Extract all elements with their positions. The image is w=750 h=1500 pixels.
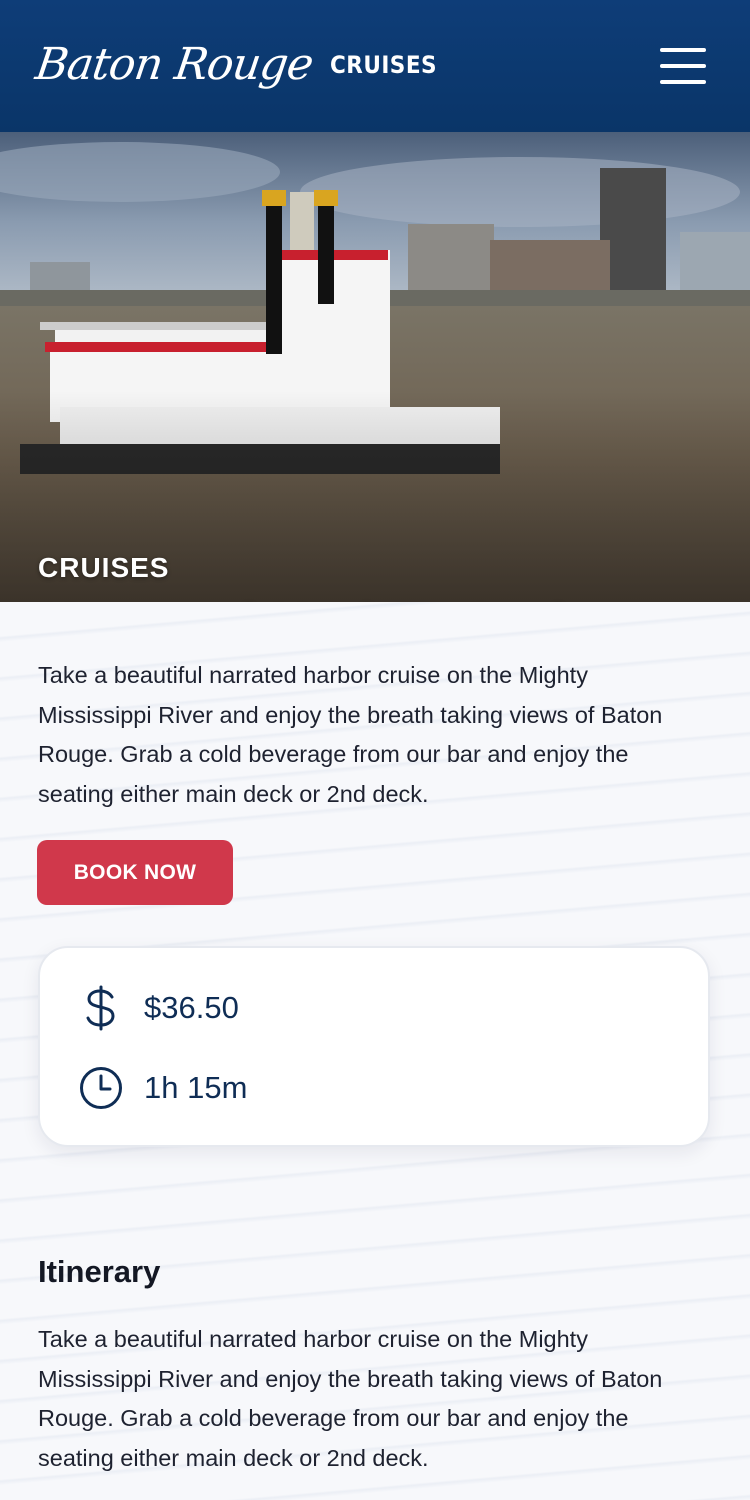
itinerary-heading: Itinerary [38,1254,161,1289]
dollar-icon [78,985,124,1031]
hamburger-menu-icon[interactable] [660,48,706,84]
itinerary-description: Take a beautiful narrated harbor cruise … [38,1326,663,1471]
hero-image [0,132,750,602]
duration-value: 1h 15m [144,1070,248,1105]
main-content: Take a beautiful narrated harbor cruise … [0,602,750,1500]
duration-row: 1h 15m [78,1064,247,1112]
site-header: Baton Rouge CRUISES [0,0,750,132]
price-value: $36.50 [144,990,239,1025]
cruise-description: Take a beautiful narrated harbor cruise … [38,662,663,807]
clock-icon [78,1065,124,1111]
brand-logo[interactable]: Baton Rouge CRUISES [32,34,443,96]
logo-word-text: CRUISES [330,51,438,79]
hero-category-label: CRUISES [38,552,170,583]
logo-script-text: Baton Rouge [32,39,316,90]
book-now-button[interactable]: BOOK NOW [37,840,233,905]
cruise-info-card: $36.50 1h 15m [38,946,710,1147]
price-row: $36.50 [78,984,239,1032]
hero-banner: CRUISES Narrated Harbor Cruise [0,132,750,602]
page-title: Narrated Harbor Cruise [38,593,625,602]
